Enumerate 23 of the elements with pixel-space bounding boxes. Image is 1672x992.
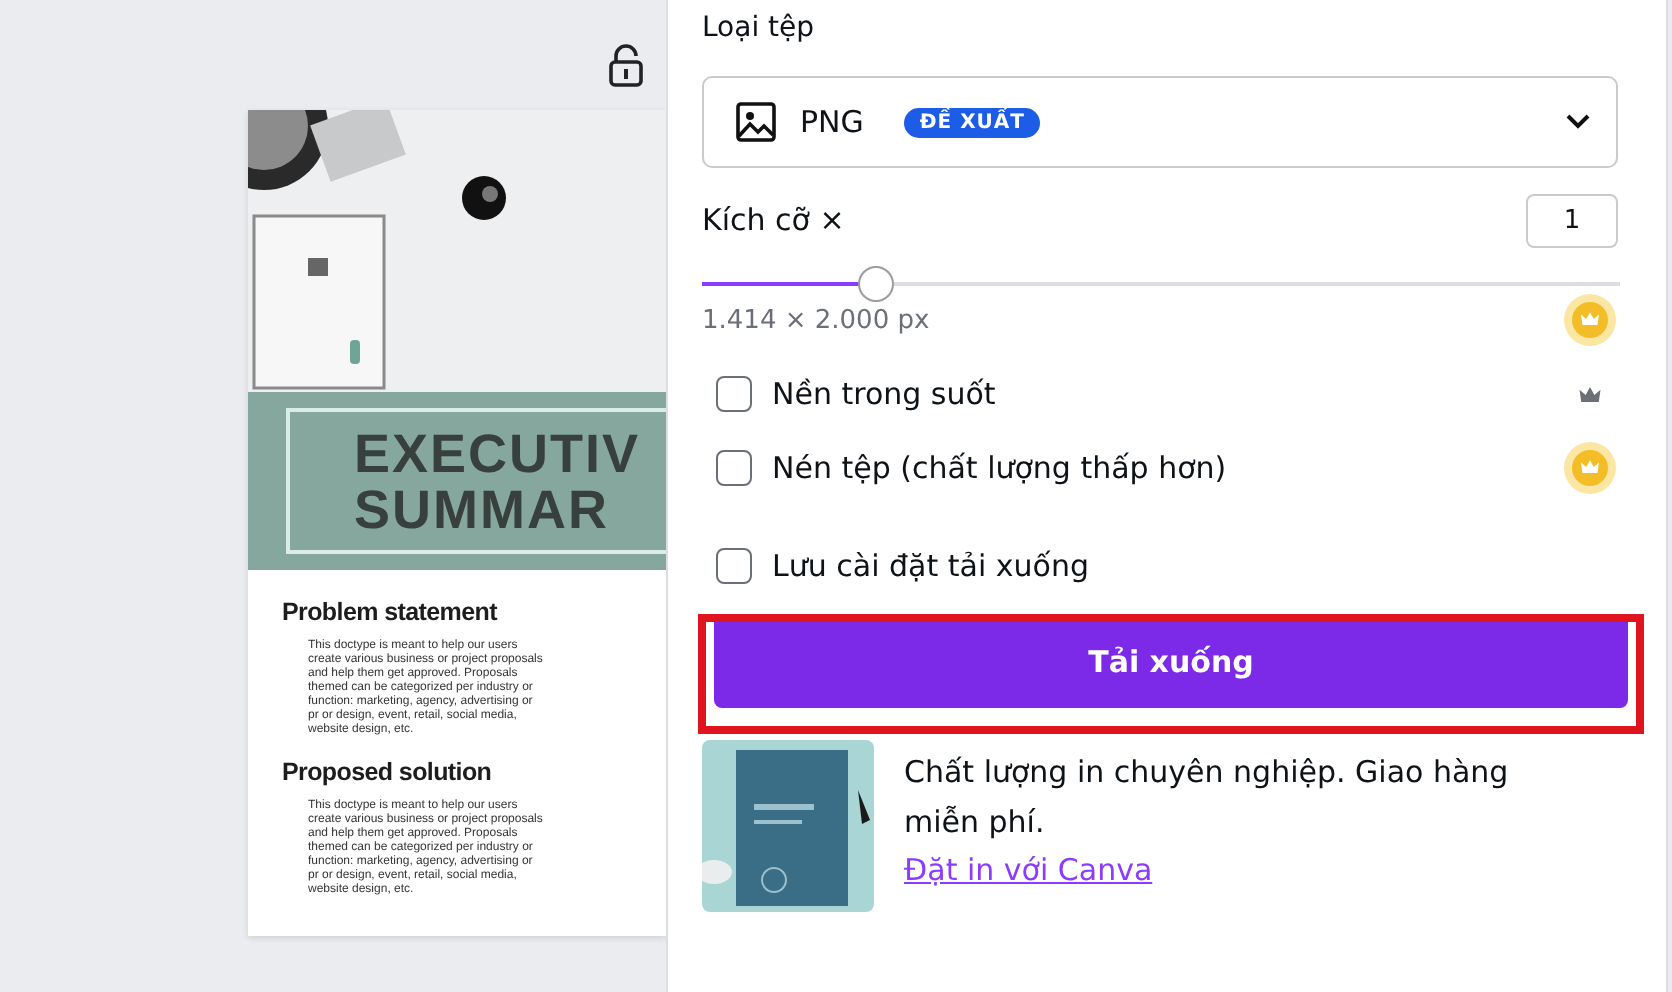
checkbox[interactable]: [716, 450, 752, 486]
option-label[interactable]: Nén tệp (chất lượng thấp hơn): [772, 450, 1562, 486]
unlock-icon[interactable]: [608, 44, 644, 88]
size-label: Kích cỡ ×: [702, 202, 847, 238]
print-link[interactable]: Đặt in với Canva: [904, 848, 1153, 892]
field-label: Loại tệp: [702, 12, 817, 48]
document-page[interactable]: [248, 110, 666, 936]
file-type-dropdown[interactable]: PNG ĐỀ XUẤT: [702, 76, 1618, 168]
document-title: EXECUTIV: [354, 425, 641, 481]
dimensions-text: 1.414 × 2.000 px: [702, 305, 930, 335]
checkbox[interactable]: [716, 548, 752, 584]
option-label[interactable]: Lưu cài đặt tải xuống: [772, 548, 1562, 584]
file-type-value: PNG: [800, 104, 864, 140]
section-heading: Proposed solution: [282, 758, 494, 786]
chevron-down-icon: [1564, 112, 1592, 132]
size-input[interactable]: 1: [1526, 193, 1618, 247]
image-icon: [736, 102, 776, 142]
checkbox[interactable]: [716, 376, 752, 412]
promo-text: Chất lượng in chuyên nghiệp. Giao hàng miễn phí.: [904, 752, 1511, 844]
document-title: SUMMAR: [354, 481, 609, 537]
recommended-badge: ĐỀ XUẤT: [903, 107, 1041, 137]
section-heading: Problem statement: [282, 598, 500, 626]
option-label[interactable]: Nền trong suốt: [772, 376, 1562, 412]
